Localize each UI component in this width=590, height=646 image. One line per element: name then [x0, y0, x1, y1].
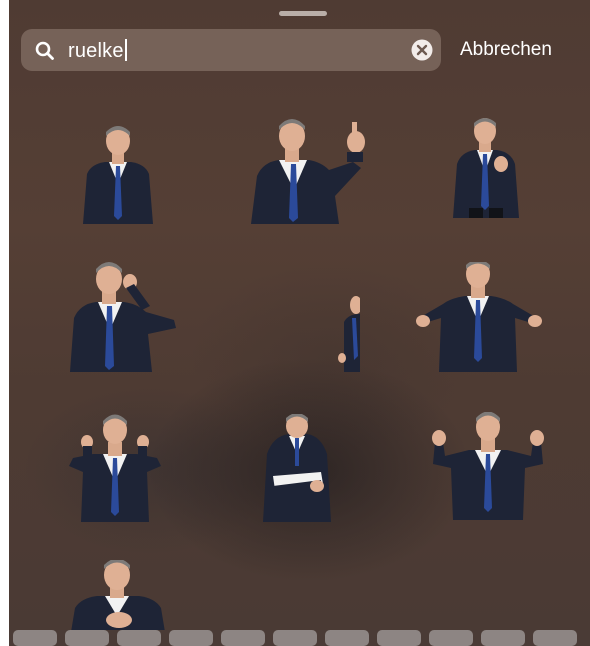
tray-item[interactable] [169, 630, 213, 646]
sticker-man-standing[interactable] [75, 124, 161, 224]
sticker-man-hands-up[interactable] [429, 412, 547, 520]
sticker-man-finger-temple[interactable] [66, 262, 180, 372]
sticker-man-arms-open[interactable] [415, 262, 543, 372]
tray-item[interactable] [117, 630, 161, 646]
sticker-man-fists-raised[interactable] [67, 412, 163, 522]
text-cursor [124, 39, 127, 61]
search-query-text: ruelke [68, 40, 124, 62]
tray-item[interactable] [273, 630, 317, 646]
sticker-search-sheet: ruelke Abbrechen [9, 0, 590, 646]
search-field[interactable]: ruelke [21, 29, 441, 71]
clear-icon[interactable] [411, 39, 433, 61]
bottom-sticker-tray [9, 630, 590, 646]
search-icon [35, 41, 55, 61]
sticker-man-arms-crossed[interactable] [259, 414, 335, 522]
sticker-man-clapping[interactable] [67, 560, 169, 632]
tray-item[interactable] [65, 630, 109, 646]
sticker-man-pointing[interactable] [449, 118, 525, 220]
tray-item[interactable] [481, 630, 525, 646]
tray-item[interactable] [325, 630, 369, 646]
tray-item[interactable] [13, 630, 57, 646]
sticker-man-edge-peek[interactable] [338, 296, 360, 372]
tray-item[interactable] [429, 630, 473, 646]
tray-item[interactable] [533, 630, 577, 646]
sheet-grabber-handle[interactable] [279, 11, 327, 16]
tray-item[interactable] [377, 630, 421, 646]
cancel-button[interactable]: Abbrechen [460, 39, 552, 61]
sticker-man-thumbs-down[interactable] [249, 118, 375, 224]
search-input[interactable]: ruelke [68, 39, 127, 62]
tray-item[interactable] [221, 630, 265, 646]
